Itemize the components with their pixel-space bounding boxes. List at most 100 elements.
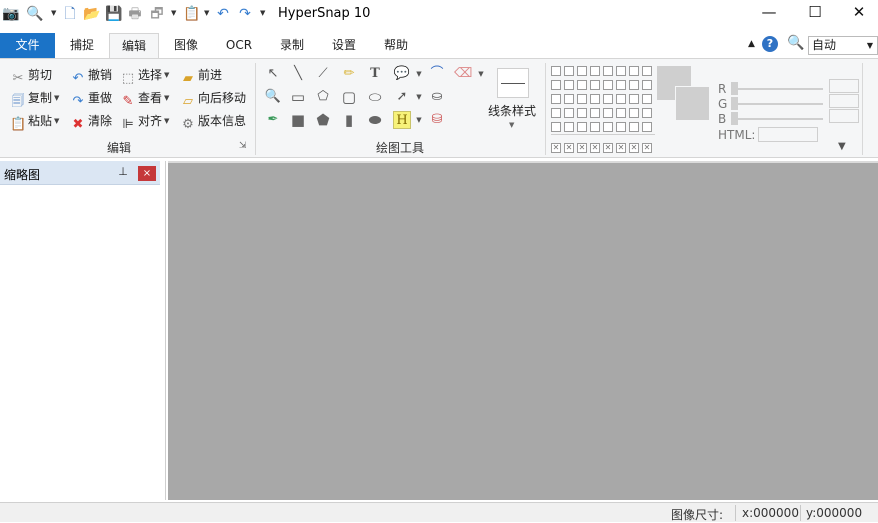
polygon-tool-icon[interactable]: ⬠ (314, 88, 332, 106)
palette-color-cell[interactable] (590, 108, 600, 118)
redo-button[interactable]: ↷ 重做 (70, 88, 112, 109)
tab-record[interactable]: 录制 (267, 33, 317, 58)
bring-forward-button[interactable]: ▰ 前进 (180, 65, 222, 86)
line-style-label[interactable]: 线条样式 (488, 101, 536, 121)
highlight-dropdown-icon[interactable]: ▼ (410, 111, 428, 129)
custom-color-cell[interactable]: ✕ (616, 143, 626, 153)
ellipse-tool-icon[interactable]: ⬭ (366, 88, 384, 106)
palette-color-cell[interactable] (564, 80, 574, 90)
green-slider-thumb[interactable] (731, 97, 738, 110)
palette-color-cell[interactable] (551, 122, 561, 132)
palette-color-cell[interactable] (642, 108, 652, 118)
green-value-input[interactable] (829, 94, 859, 108)
palette-color-cell[interactable] (577, 66, 587, 76)
stamp-tool-icon[interactable]: ✒ (264, 111, 282, 129)
callout-tool-icon[interactable]: 💬 (393, 65, 411, 83)
copy-window-icon[interactable]: 🗗 (149, 5, 165, 23)
arrow-dropdown-icon[interactable]: ▼ (410, 88, 428, 106)
callout-dropdown-icon[interactable]: ▼ (410, 65, 428, 83)
view-button[interactable]: ✎ 查看 ▼ (120, 88, 170, 109)
palette-color-cell[interactable] (590, 66, 600, 76)
background-color-swatch[interactable] (675, 86, 709, 120)
palette-color-cell[interactable] (629, 66, 639, 76)
zoom-select[interactable]: 自动 ▼ (808, 36, 878, 55)
blue-slider-thumb[interactable] (731, 112, 738, 125)
palette-color-cell[interactable] (642, 122, 652, 132)
green-slider[interactable] (733, 103, 823, 105)
line-tool-icon[interactable]: ╲ (289, 65, 307, 83)
palette-color-cell[interactable] (564, 94, 574, 104)
tab-image[interactable]: 图像 (161, 33, 211, 58)
eraser-dropdown-icon[interactable]: ▼ (472, 65, 490, 83)
palette-color-cell[interactable] (642, 94, 652, 104)
line-style-preview[interactable] (497, 68, 529, 98)
pencil-tool-icon[interactable]: ✏ (340, 65, 358, 83)
select-button[interactable]: ⬚ 选择 ▼ (120, 65, 170, 86)
new-file-icon[interactable]: 🗋 (62, 5, 78, 23)
blue-value-input[interactable] (829, 109, 859, 123)
palette-color-cell[interactable] (590, 94, 600, 104)
paste-dropdown-icon[interactable]: ▼ (204, 9, 209, 17)
zoom-tool-icon[interactable]: 🔍 (264, 88, 282, 106)
tab-ocr[interactable]: OCR (213, 33, 265, 58)
highlight-tool-icon[interactable]: H (393, 111, 411, 129)
palette-color-cell[interactable] (629, 108, 639, 118)
palette-color-cell[interactable] (616, 122, 626, 132)
line-style-dropdown-icon[interactable]: ▼ (509, 121, 514, 129)
palette-color-cell[interactable] (603, 80, 613, 90)
palette-color-cell[interactable] (616, 108, 626, 118)
paste-clipboard-icon[interactable]: 📋 (183, 5, 200, 23)
tab-edit[interactable]: 编辑 (109, 33, 159, 59)
clear-button[interactable]: ✖ 清除 (70, 111, 112, 132)
filled-rect-tool-icon[interactable]: ■ (289, 111, 307, 129)
close-panel-button[interactable]: × (138, 166, 156, 181)
custom-color-cell[interactable]: ✕ (642, 143, 652, 153)
palette-color-cell[interactable] (564, 66, 574, 76)
custom-color-cell[interactable]: ✕ (590, 143, 600, 153)
html-color-input[interactable] (758, 127, 818, 142)
palette-color-cell[interactable] (551, 66, 561, 76)
custom-color-cell[interactable]: ✕ (577, 143, 587, 153)
red-slider[interactable] (733, 88, 823, 90)
palette-color-cell[interactable] (603, 122, 613, 132)
palette-color-cell[interactable] (577, 94, 587, 104)
palette-color-cell[interactable] (629, 94, 639, 104)
filled-rounded-rect-icon[interactable]: ▮ (340, 111, 358, 129)
palette-color-cell[interactable] (616, 80, 626, 90)
palette-color-cell[interactable] (551, 108, 561, 118)
open-folder-icon[interactable]: 📂 (83, 5, 100, 23)
maximize-button[interactable]: ☐ (792, 0, 838, 28)
undo-icon[interactable]: ↶ (215, 5, 231, 23)
pin-icon[interactable]: ⊥ (116, 165, 130, 181)
minimize-button[interactable]: — (746, 0, 792, 28)
palette-color-cell[interactable] (603, 66, 613, 76)
close-window-button[interactable]: ✕ (836, 0, 878, 28)
palette-color-cell[interactable] (590, 122, 600, 132)
spray-tool-icon[interactable]: ⛁ (428, 111, 446, 129)
copy-dropdown-icon[interactable]: ▼ (171, 9, 176, 17)
zoom-icon[interactable]: 🔍 (787, 35, 804, 51)
palette-color-cell[interactable] (629, 122, 639, 132)
tab-file[interactable]: 文件 (0, 33, 55, 58)
rounded-rect-tool-icon[interactable]: ▢ (340, 88, 358, 106)
filled-polygon-tool-icon[interactable]: ⬟ (314, 111, 332, 129)
filled-ellipse-tool-icon[interactable]: ⬬ (366, 111, 384, 129)
custom-color-cell[interactable]: ✕ (629, 143, 639, 153)
undo-button[interactable]: ↶ 撤销 (70, 65, 112, 86)
arc-tool-icon[interactable]: ⌒ (428, 65, 446, 83)
custom-color-cell[interactable]: ✕ (551, 143, 561, 153)
paste-button[interactable]: 📋 粘贴 ▼ (10, 111, 59, 132)
custom-color-cell[interactable]: ✕ (564, 143, 574, 153)
fill-bucket-icon[interactable]: ⛀ (428, 88, 446, 106)
help-icon[interactable]: ? (762, 36, 778, 52)
palette-color-cell[interactable] (590, 80, 600, 90)
capture-zoom-icon[interactable]: 🔍 (26, 5, 43, 23)
capture-dropdown-icon[interactable]: ▼ (51, 9, 56, 17)
palette-color-cell[interactable] (616, 94, 626, 104)
text-tool-icon[interactable]: T (366, 65, 384, 83)
copy-button[interactable]: 🗐 复制 ▼ (10, 88, 60, 109)
palette-color-cell[interactable] (577, 80, 587, 90)
red-slider-thumb[interactable] (731, 82, 738, 95)
palette-color-cell[interactable] (603, 108, 613, 118)
send-backward-button[interactable]: ▱ 向后移动 (180, 88, 246, 109)
